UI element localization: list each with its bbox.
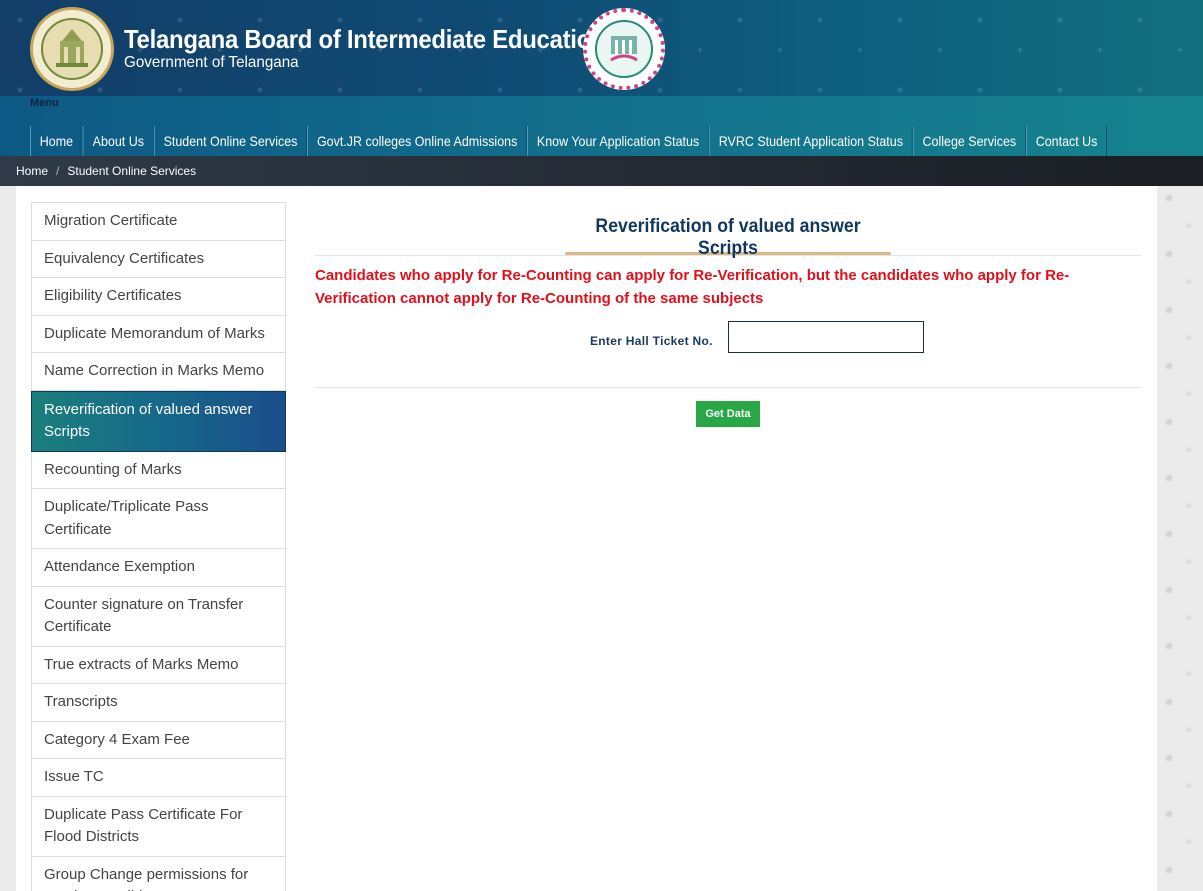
nav-list: Home About Us Student Online Services Go… — [30, 126, 1108, 156]
sidebar-item-duplicate-pass-flood[interactable]: Duplicate Pass Certificate For Flood Dis… — [32, 796, 285, 857]
main-content: Reverification of valued answer Scripts … — [315, 202, 1141, 438]
sidebar-item-migration-certificate[interactable]: Migration Certificate — [32, 203, 285, 241]
button-wrap: Get Data — [315, 388, 1141, 438]
nav-item-rvrc-application-status[interactable]: RVRC Student Application Status — [708, 126, 913, 156]
content-panel: Migration Certificate Equivalency Certif… — [16, 186, 1157, 891]
hall-ticket-input[interactable] — [728, 321, 924, 353]
nav-item-home[interactable]: Home — [30, 126, 83, 156]
sidebar-item-transcripts[interactable]: Transcripts — [32, 684, 285, 722]
nav-item-college-services[interactable]: College Services — [912, 126, 1026, 156]
site-header: Telangana Board of Intermediate Educatio… — [0, 0, 1203, 96]
title-wrap: Reverification of valued answer Scripts — [315, 202, 1141, 259]
nav-item-contact-us[interactable]: Contact Us — [1025, 126, 1108, 156]
sidebar-item-reverification[interactable]: Reverification of valued answer Scripts — [31, 390, 286, 452]
sidebar-item-equivalency-certificates[interactable]: Equivalency Certificates — [32, 240, 285, 278]
nav-item-know-application-status[interactable]: Know Your Application Status — [527, 126, 709, 156]
sidebar-item-recounting[interactable]: Recounting of Marks — [32, 451, 285, 489]
sidebar-item-attendance-exemption[interactable]: Attendance Exemption — [32, 549, 285, 587]
get-data-button[interactable]: Get Data — [696, 401, 760, 427]
menu-label[interactable]: Menu — [30, 97, 59, 109]
hall-ticket-label: Enter Hall Ticket No. — [590, 334, 713, 348]
main-navbar: Menu Home About Us Student Online Servic… — [0, 96, 1203, 156]
sidebar-item-eligibility-certificates[interactable]: Eligibility Certificates — [32, 278, 285, 316]
nav-item-govt-jr-colleges-admissions[interactable]: Govt.JR colleges Online Admissions — [307, 126, 528, 156]
sidebar-item-counter-signature[interactable]: Counter signature on Transfer Certificat… — [32, 586, 285, 647]
sidebar-item-duplicate-triplicate-pass[interactable]: Duplicate/Triplicate Pass Certificate — [32, 489, 285, 549]
page-title: Reverification of valued answer Scripts — [565, 216, 891, 259]
sidebar-item-category-4-fee[interactable]: Category 4 Exam Fee — [32, 721, 285, 759]
sidebar-item-true-extracts[interactable]: True extracts of Marks Memo — [32, 646, 285, 684]
site-subtitle: Government of Telangana — [124, 54, 299, 71]
notice-text: Candidates who apply for Re-Counting can… — [315, 267, 1070, 307]
background-right — [1157, 186, 1203, 891]
nav-item-student-online-services[interactable]: Student Online Services — [153, 126, 308, 156]
breadcrumb-current: Student Online Services — [67, 164, 197, 178]
site-title: Telangana Board of Intermediate Educatio… — [124, 24, 606, 54]
sidebar-menu: Migration Certificate Equivalency Certif… — [31, 202, 286, 891]
sidebar-item-name-correction[interactable]: Name Correction in Marks Memo — [32, 353, 285, 391]
nav-item-about-us[interactable]: About Us — [82, 126, 154, 156]
background-left — [0, 186, 16, 891]
breadcrumb-home[interactable]: Home — [16, 164, 48, 178]
government-emblem-icon[interactable] — [30, 7, 114, 91]
sidebar-item-duplicate-memorandum[interactable]: Duplicate Memorandum of Marks — [32, 315, 285, 353]
sidebar-item-issue-tc[interactable]: Issue TC — [32, 759, 285, 797]
breadcrumb-separator: / — [56, 164, 60, 178]
sidebar-item-group-change[interactable]: Group Change permissions for regular Can… — [32, 856, 285, 891]
board-seal-icon[interactable] — [583, 8, 665, 90]
breadcrumb: Home / Student Online Services — [0, 156, 1203, 186]
hall-ticket-row: Enter Hall Ticket No. — [315, 310, 1141, 388]
